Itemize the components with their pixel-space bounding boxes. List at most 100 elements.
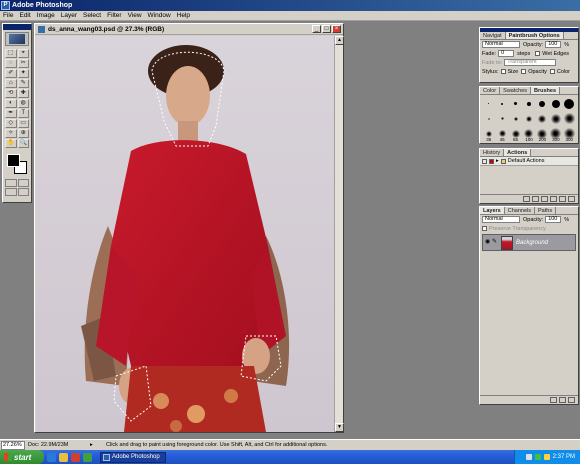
layer-row-background[interactable]: ◉ ✎ Background xyxy=(482,234,576,251)
volume-icon[interactable] xyxy=(543,454,550,460)
tool-button-2-icon[interactable]: ◌ xyxy=(5,59,17,68)
tool-button-6-icon[interactable]: ⌂ xyxy=(5,79,17,88)
brush-preset[interactable] xyxy=(495,112,508,125)
tool-button-7-icon[interactable]: ✎ xyxy=(17,79,29,88)
image-canvas[interactable] xyxy=(36,36,335,432)
messenger-tray-icon[interactable] xyxy=(534,454,541,460)
scroll-up-icon[interactable]: ▲ xyxy=(335,36,344,45)
layer-opacity-input[interactable]: 100 xyxy=(545,216,562,223)
media-quicklaunch-icon[interactable] xyxy=(71,452,80,462)
tool-button-8-icon[interactable]: ⟲ xyxy=(5,89,17,98)
stop-icon[interactable] xyxy=(523,196,530,202)
brush-preset[interactable] xyxy=(549,112,562,125)
action-set-row[interactable]: ▸ Default Actions xyxy=(480,157,578,166)
delete-layer-icon[interactable] xyxy=(568,397,575,403)
brush-preset[interactable] xyxy=(563,97,576,110)
quick-mask-mode-button[interactable] xyxy=(17,179,29,187)
start-button[interactable]: start xyxy=(0,450,44,464)
preserve-transparency-checkbox[interactable] xyxy=(482,226,487,231)
brush-preset[interactable]: 300 xyxy=(549,127,562,142)
brush-preset[interactable] xyxy=(536,112,549,125)
tool-button-15-icon[interactable]: ▭ xyxy=(17,119,29,128)
new-action-icon[interactable] xyxy=(559,196,566,202)
brush-preset[interactable] xyxy=(522,97,535,110)
tab-navigator[interactable]: Navigat xyxy=(480,32,506,39)
brush-preset[interactable]: 35 xyxy=(482,127,495,142)
menu-filter[interactable]: Filter xyxy=(107,11,121,21)
brush-preset[interactable]: 300 xyxy=(563,127,576,142)
brush-preset[interactable] xyxy=(536,97,549,110)
tool-button-0-icon[interactable]: ⬚ xyxy=(5,49,17,58)
stylus-size-checkbox[interactable] xyxy=(500,69,506,74)
menu-window[interactable]: Window xyxy=(148,11,171,21)
brush-preset[interactable] xyxy=(522,112,535,125)
fade-to-select[interactable]: Transparent xyxy=(504,59,557,66)
layer-blend-mode-select[interactable]: Normal xyxy=(482,216,520,223)
stylus-color-checkbox[interactable] xyxy=(549,69,555,74)
eye-icon[interactable]: ◉ xyxy=(485,239,492,246)
wet-edges-checkbox[interactable] xyxy=(535,51,541,56)
screen-mode-full-button[interactable] xyxy=(17,188,29,196)
tab-brushes[interactable]: Brushes xyxy=(531,87,561,94)
play-icon[interactable] xyxy=(541,196,548,202)
folder-quicklaunch-icon[interactable] xyxy=(59,452,68,462)
expand-arrow-icon[interactable]: ▸ xyxy=(496,158,499,164)
toolbox-drag-handle[interactable] xyxy=(3,24,31,30)
taskbar-photoshop-button[interactable]: Adobe Photoshop xyxy=(100,451,166,463)
adobe-logo[interactable] xyxy=(5,32,29,46)
menu-image[interactable]: Image xyxy=(37,11,55,21)
tool-button-12-icon[interactable]: ✒ xyxy=(5,109,17,118)
tool-button-10-icon[interactable]: ◐ xyxy=(5,99,17,108)
opacity-input[interactable]: 100 xyxy=(545,41,562,48)
tab-color[interactable]: Color xyxy=(480,87,501,94)
tool-button-18-icon[interactable]: ✋ xyxy=(5,139,17,148)
ie-quicklaunch-icon[interactable] xyxy=(47,452,56,462)
brush-preset[interactable] xyxy=(509,97,522,110)
blend-mode-select[interactable]: Normal xyxy=(482,41,520,48)
document-title-bar[interactable]: ds_anna_wang03.psd @ 27.3% (RGB) _ □ × xyxy=(35,24,343,35)
brush-preset[interactable]: 100 xyxy=(522,127,535,142)
brush-preset[interactable]: 200 xyxy=(536,127,549,142)
action-toggle-checkbox[interactable] xyxy=(482,158,487,164)
fade-input[interactable]: 0 xyxy=(498,50,515,57)
brush-preset[interactable] xyxy=(482,112,495,125)
menu-edit[interactable]: Edit xyxy=(19,11,30,21)
tab-history[interactable]: History xyxy=(480,149,505,156)
add-mask-icon[interactable] xyxy=(550,397,557,403)
status-menu-arrow-icon[interactable]: ▸ xyxy=(90,442,96,448)
zoom-field[interactable]: 27.26% xyxy=(1,440,25,450)
tab-paintbrush-options[interactable]: Paintbrush Options xyxy=(505,32,564,39)
foreground-color-swatch[interactable] xyxy=(7,154,20,167)
minimize-button[interactable]: _ xyxy=(312,25,321,33)
brush-preset[interactable]: 45 xyxy=(495,127,508,142)
messenger-quicklaunch-icon[interactable] xyxy=(83,452,92,462)
tool-button-17-icon[interactable]: ⊕ xyxy=(17,129,29,138)
tool-button-1-icon[interactable]: ⌖ xyxy=(17,49,29,58)
brush-preset[interactable] xyxy=(482,97,495,110)
tab-actions[interactable]: Actions xyxy=(504,149,532,156)
scroll-down-icon[interactable]: ▼ xyxy=(335,423,344,432)
stylus-opacity-checkbox[interactable] xyxy=(521,69,527,74)
menu-view[interactable]: View xyxy=(128,11,142,21)
brush-preset[interactable] xyxy=(563,112,576,125)
standard-mode-button[interactable] xyxy=(5,179,17,187)
network-icon[interactable] xyxy=(525,454,532,460)
tool-button-19-icon[interactable]: 🔍 xyxy=(17,139,29,148)
menu-file[interactable]: File xyxy=(3,11,13,21)
delete-icon[interactable] xyxy=(568,196,575,202)
tool-button-11-icon[interactable]: ◍ xyxy=(17,99,29,108)
brush-preset[interactable] xyxy=(549,97,562,110)
brush-preset[interactable]: 65 xyxy=(509,127,522,142)
close-button[interactable]: × xyxy=(332,25,341,33)
brush-preset[interactable] xyxy=(509,112,522,125)
brush-preset[interactable] xyxy=(495,97,508,110)
maximize-button[interactable]: □ xyxy=(322,25,331,33)
menu-layer[interactable]: Layer xyxy=(61,11,77,21)
tool-button-5-icon[interactable]: ✦ xyxy=(17,69,29,78)
tool-button-13-icon[interactable]: T xyxy=(17,109,29,118)
tool-button-16-icon[interactable]: ✧ xyxy=(5,129,17,138)
tab-layers[interactable]: Layers xyxy=(480,207,505,214)
tool-button-3-icon[interactable]: ✂ xyxy=(17,59,29,68)
tab-channels[interactable]: Channels xyxy=(505,207,535,214)
tab-paths[interactable]: Paths xyxy=(535,207,557,214)
